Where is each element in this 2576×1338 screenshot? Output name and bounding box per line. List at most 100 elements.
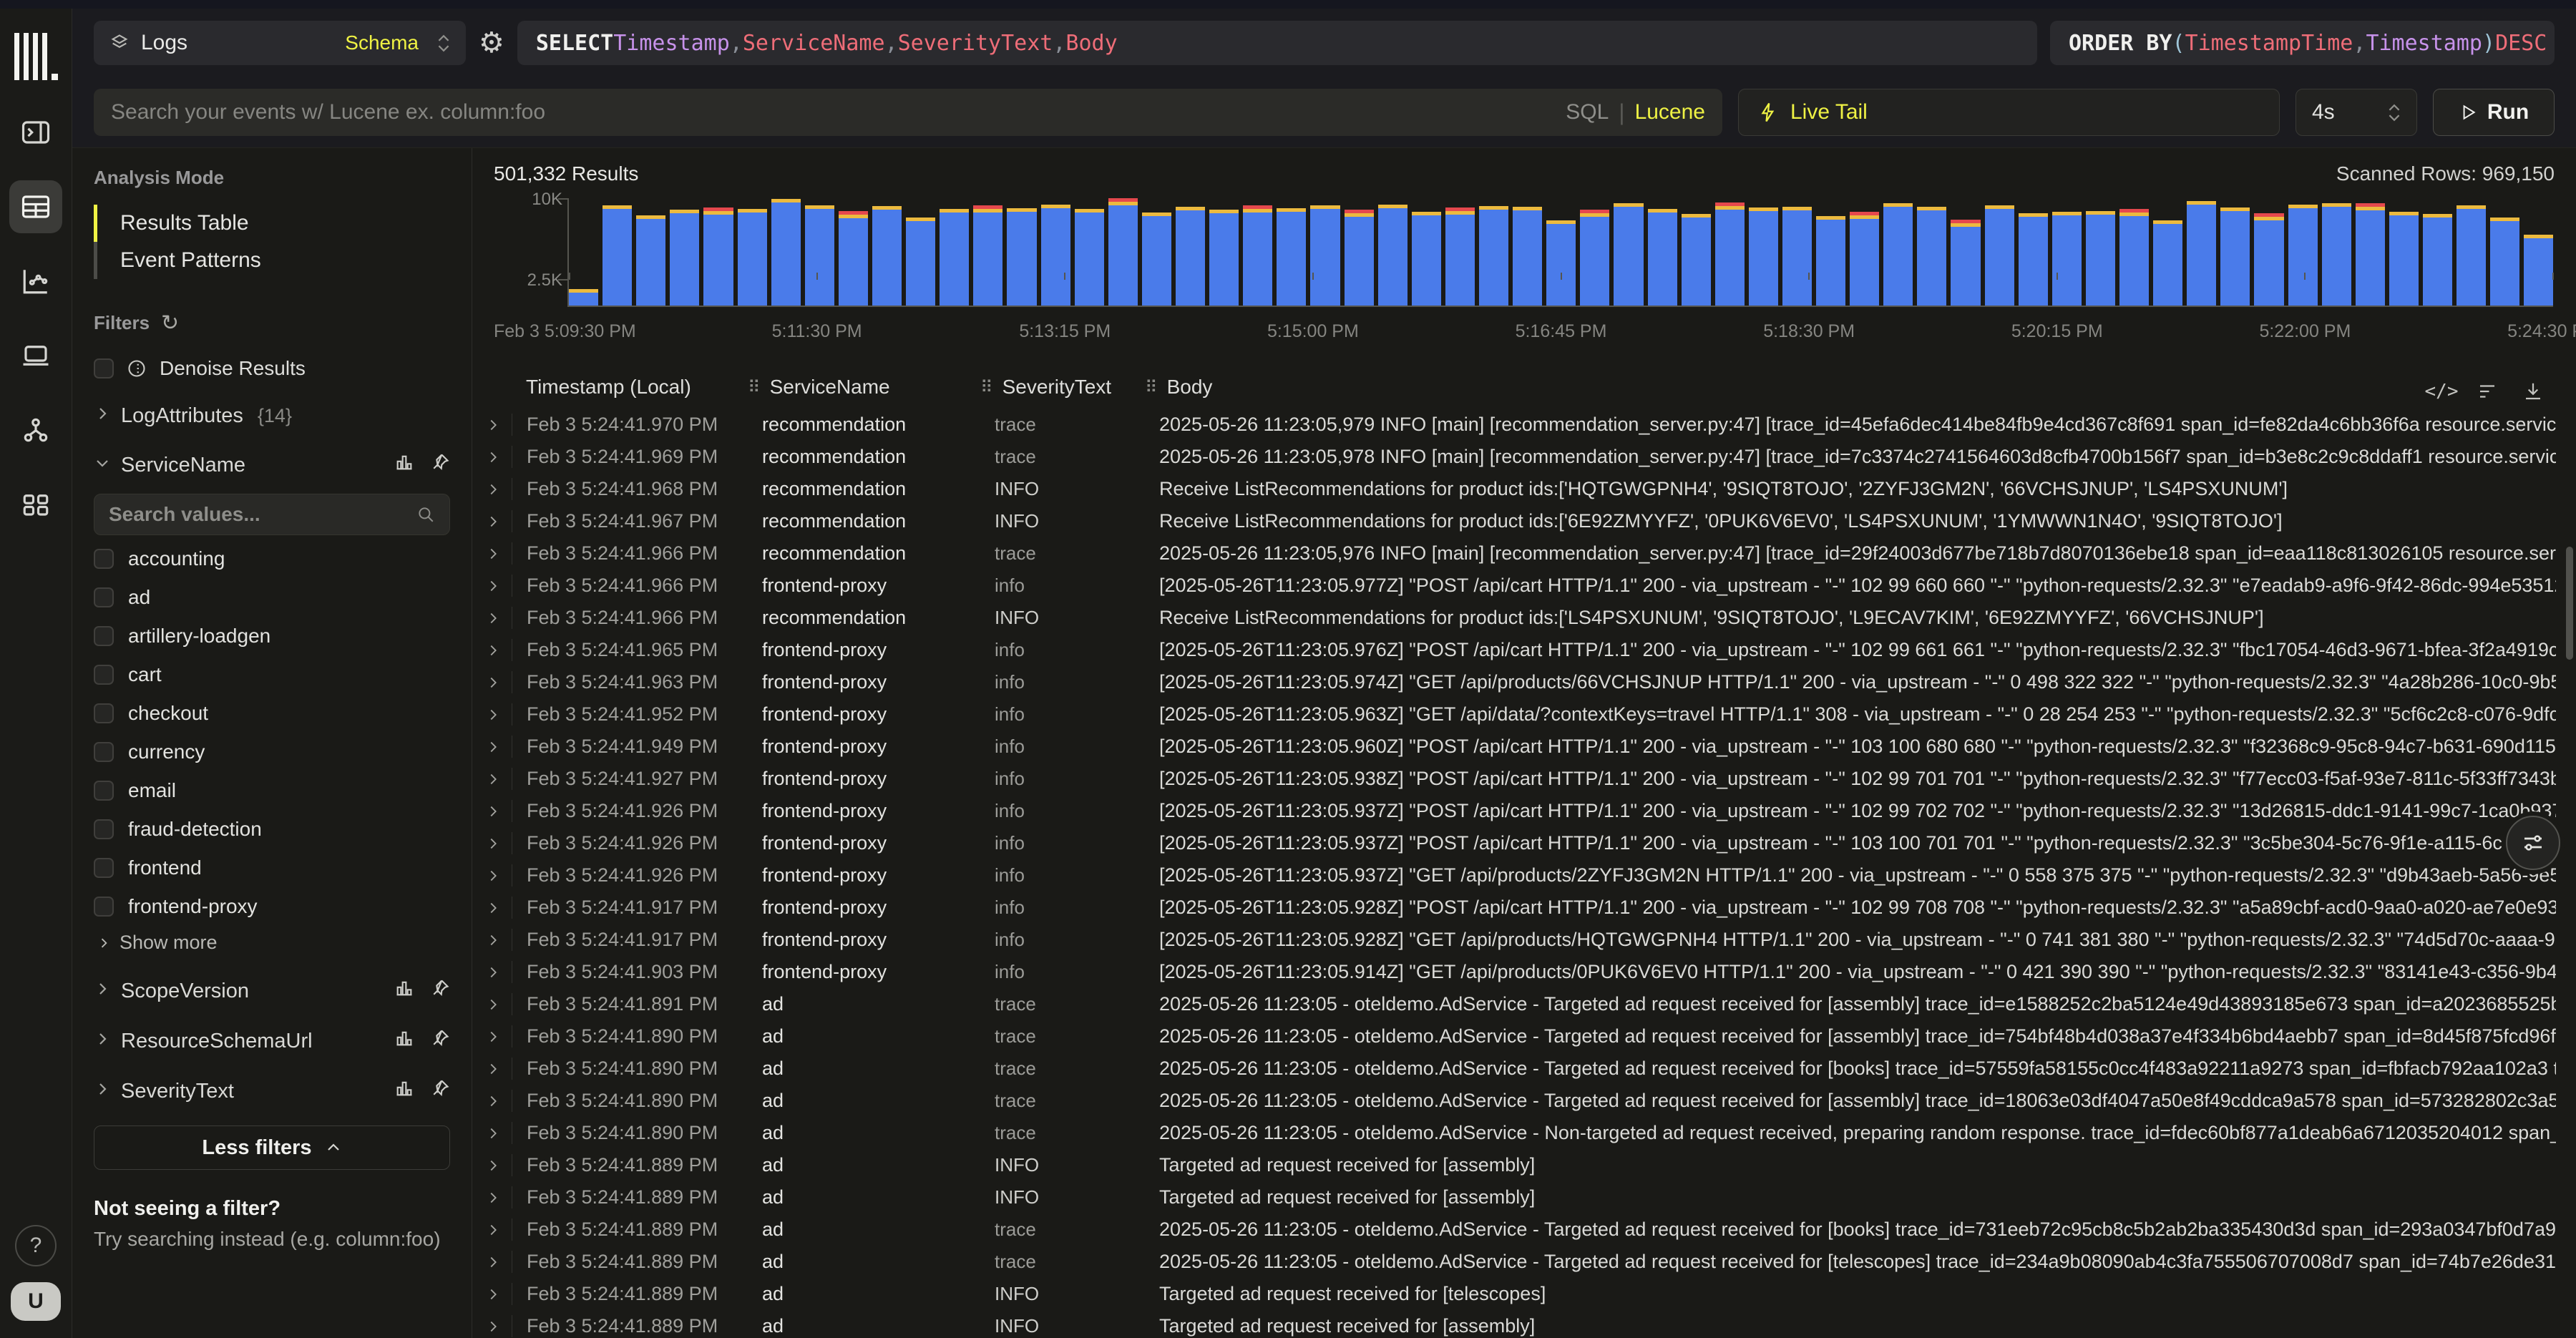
chart-bar[interactable] bbox=[1816, 216, 1845, 306]
denoise-results-toggle[interactable]: Denoise Results bbox=[94, 357, 450, 380]
chart-bar[interactable] bbox=[1648, 209, 1677, 306]
table-row[interactable]: Feb 3 5:24:41.949 PMfrontend-proxyinfo[2… bbox=[472, 731, 2560, 763]
table-row[interactable]: Feb 3 5:24:41.889 PMadtrace2025-05-26 11… bbox=[472, 1246, 2560, 1278]
chart-bar[interactable] bbox=[1108, 198, 1138, 306]
chart-bar[interactable] bbox=[1142, 213, 1171, 306]
expand-row-icon[interactable] bbox=[485, 1222, 501, 1238]
chart-bar[interactable] bbox=[1614, 203, 1643, 306]
expand-row-icon[interactable] bbox=[485, 482, 501, 497]
chart-bar[interactable] bbox=[1345, 210, 1374, 306]
refresh-filters-icon[interactable]: ↻ bbox=[161, 311, 179, 336]
chart-bar[interactable] bbox=[1715, 202, 1745, 306]
chart-bar[interactable] bbox=[670, 210, 699, 306]
checkbox[interactable] bbox=[94, 781, 114, 801]
table-scrollbar[interactable] bbox=[2566, 547, 2573, 660]
chart-bar[interactable] bbox=[1850, 212, 1879, 306]
analysis-mode-event-patterns[interactable]: Event Patterns bbox=[94, 242, 450, 279]
show-more-button[interactable]: Show more bbox=[94, 932, 450, 954]
table-row[interactable]: Feb 3 5:24:41.966 PMfrontend-proxyinfo[2… bbox=[472, 570, 2560, 602]
expand-row-icon[interactable] bbox=[485, 449, 501, 465]
drag-handle-icon[interactable]: ⠿ bbox=[748, 377, 761, 398]
filter-section-logattributes[interactable]: LogAttributes {14} bbox=[94, 404, 450, 428]
pin-icon[interactable] bbox=[430, 978, 450, 1004]
pin-icon[interactable] bbox=[430, 1078, 450, 1104]
expand-row-icon[interactable] bbox=[485, 1319, 501, 1334]
chart-bar[interactable] bbox=[1782, 207, 1812, 306]
table-row[interactable]: Feb 3 5:24:41.889 PMadINFOTargeted ad re… bbox=[472, 1149, 2560, 1181]
chart-bar[interactable] bbox=[973, 205, 1002, 306]
service-option-currency[interactable]: currency bbox=[94, 733, 450, 771]
service-option-checkout[interactable]: checkout bbox=[94, 694, 450, 733]
expand-row-icon[interactable] bbox=[485, 836, 501, 851]
expand-row-icon[interactable] bbox=[485, 997, 501, 1012]
table-row[interactable]: Feb 3 5:24:41.890 PMadtrace2025-05-26 11… bbox=[472, 1117, 2560, 1149]
lucene-toggle[interactable]: Lucene bbox=[1635, 100, 1705, 124]
service-option-email[interactable]: email bbox=[94, 771, 450, 810]
chart-bar[interactable] bbox=[2119, 209, 2149, 306]
table-row[interactable]: Feb 3 5:24:41.963 PMfrontend-proxyinfo[2… bbox=[472, 666, 2560, 698]
expand-row-icon[interactable] bbox=[485, 965, 501, 980]
expand-row-icon[interactable] bbox=[485, 417, 501, 433]
expand-row-icon[interactable] bbox=[485, 804, 501, 819]
chart-bar[interactable] bbox=[940, 209, 969, 306]
table-row[interactable]: Feb 3 5:24:41.903 PMfrontend-proxyinfo[2… bbox=[472, 956, 2560, 988]
expand-row-icon[interactable] bbox=[485, 1125, 501, 1141]
schema-stepper-icon[interactable] bbox=[437, 34, 450, 52]
analysis-mode-results-table[interactable]: Results Table bbox=[94, 205, 450, 242]
denoise-checkbox[interactable] bbox=[94, 358, 114, 379]
chart-bar[interactable] bbox=[1378, 205, 1407, 306]
search-results-nav-icon[interactable] bbox=[9, 180, 62, 233]
filter-section-severitytext[interactable]: SeverityText bbox=[94, 1078, 450, 1104]
table-row[interactable]: Feb 3 5:24:41.966 PMrecommendationINFORe… bbox=[472, 602, 2560, 634]
chart-bar[interactable] bbox=[1041, 205, 1070, 306]
chart-bar[interactable] bbox=[1445, 207, 1475, 306]
service-option-frontend[interactable]: frontend bbox=[94, 849, 450, 887]
chart-bar[interactable] bbox=[805, 205, 834, 306]
search-bar[interactable]: SQL | Lucene bbox=[94, 89, 1722, 136]
dashboards-nav-icon[interactable] bbox=[9, 478, 62, 531]
select-expression-input[interactable]: SELECT Timestamp, ServiceName, SeverityT… bbox=[517, 21, 2037, 65]
chart-bar[interactable] bbox=[2086, 211, 2115, 306]
chart-nav-icon[interactable] bbox=[9, 255, 62, 308]
filter-section-servicename[interactable]: ServiceName bbox=[94, 452, 450, 478]
expand-row-icon[interactable] bbox=[485, 707, 501, 723]
chart-bar[interactable] bbox=[1580, 210, 1609, 306]
chart-bar[interactable] bbox=[771, 199, 801, 306]
chart-filter-icon[interactable] bbox=[394, 978, 414, 1004]
table-row[interactable]: Feb 3 5:24:41.890 PMadtrace2025-05-26 11… bbox=[472, 1020, 2560, 1053]
chart-bar[interactable] bbox=[602, 205, 632, 306]
help-icon[interactable]: ? bbox=[15, 1225, 57, 1266]
table-row[interactable]: Feb 3 5:24:41.966 PMrecommendationtrace2… bbox=[472, 537, 2560, 570]
chart-bar[interactable] bbox=[1682, 214, 1711, 306]
chart-bar[interactable] bbox=[906, 218, 935, 306]
service-option-artillery-loadgen[interactable]: artillery-loadgen bbox=[94, 617, 450, 655]
expand-row-icon[interactable] bbox=[485, 546, 501, 562]
table-row[interactable]: Feb 3 5:24:41.889 PMadtrace2025-05-26 11… bbox=[472, 1214, 2560, 1246]
expand-row-icon[interactable] bbox=[485, 1093, 501, 1109]
column-header-body[interactable]: ⠿Body bbox=[1145, 376, 1212, 399]
source-selector[interactable]: Logs Schema bbox=[94, 21, 466, 65]
table-row[interactable]: Feb 3 5:24:41.970 PMrecommendationtrace2… bbox=[472, 409, 2560, 441]
table-row[interactable]: Feb 3 5:24:41.927 PMfrontend-proxyinfo[2… bbox=[472, 763, 2560, 795]
expand-row-icon[interactable] bbox=[485, 1190, 501, 1206]
chart-bar[interactable] bbox=[2187, 201, 2216, 306]
drag-handle-icon[interactable]: ⠿ bbox=[1145, 377, 1158, 398]
table-row[interactable]: Feb 3 5:24:41.917 PMfrontend-proxyinfo[2… bbox=[472, 924, 2560, 956]
schema-mode-label[interactable]: Schema bbox=[345, 31, 419, 54]
chart-bar[interactable] bbox=[1310, 205, 1340, 306]
column-header-servicename[interactable]: ⠿ServiceName bbox=[748, 376, 890, 399]
chart-bar[interactable] bbox=[872, 206, 902, 306]
chart-bar[interactable] bbox=[1951, 220, 1980, 306]
console-nav-icon[interactable] bbox=[9, 106, 62, 159]
gear-icon[interactable]: ⚙ bbox=[479, 29, 504, 57]
orderby-expression-input[interactable]: ORDER BY (TimestampTime, Timestamp) DESC bbox=[2050, 21, 2555, 65]
checkbox[interactable] bbox=[94, 858, 114, 878]
filter-section-resourceschemaurl[interactable]: ResourceSchemaUrl bbox=[94, 1028, 450, 1054]
events-histogram[interactable]: Feb 3 5:09:30 PM5:11:30 PM5:13:15 PM5:15… bbox=[472, 195, 2560, 347]
less-filters-button[interactable]: Less filters bbox=[94, 1125, 450, 1170]
expand-row-icon[interactable] bbox=[485, 514, 501, 529]
expand-row-icon[interactable] bbox=[485, 610, 501, 626]
checkbox[interactable] bbox=[94, 742, 114, 762]
chart-bar[interactable] bbox=[2220, 207, 2250, 306]
checkbox[interactable] bbox=[94, 703, 114, 723]
